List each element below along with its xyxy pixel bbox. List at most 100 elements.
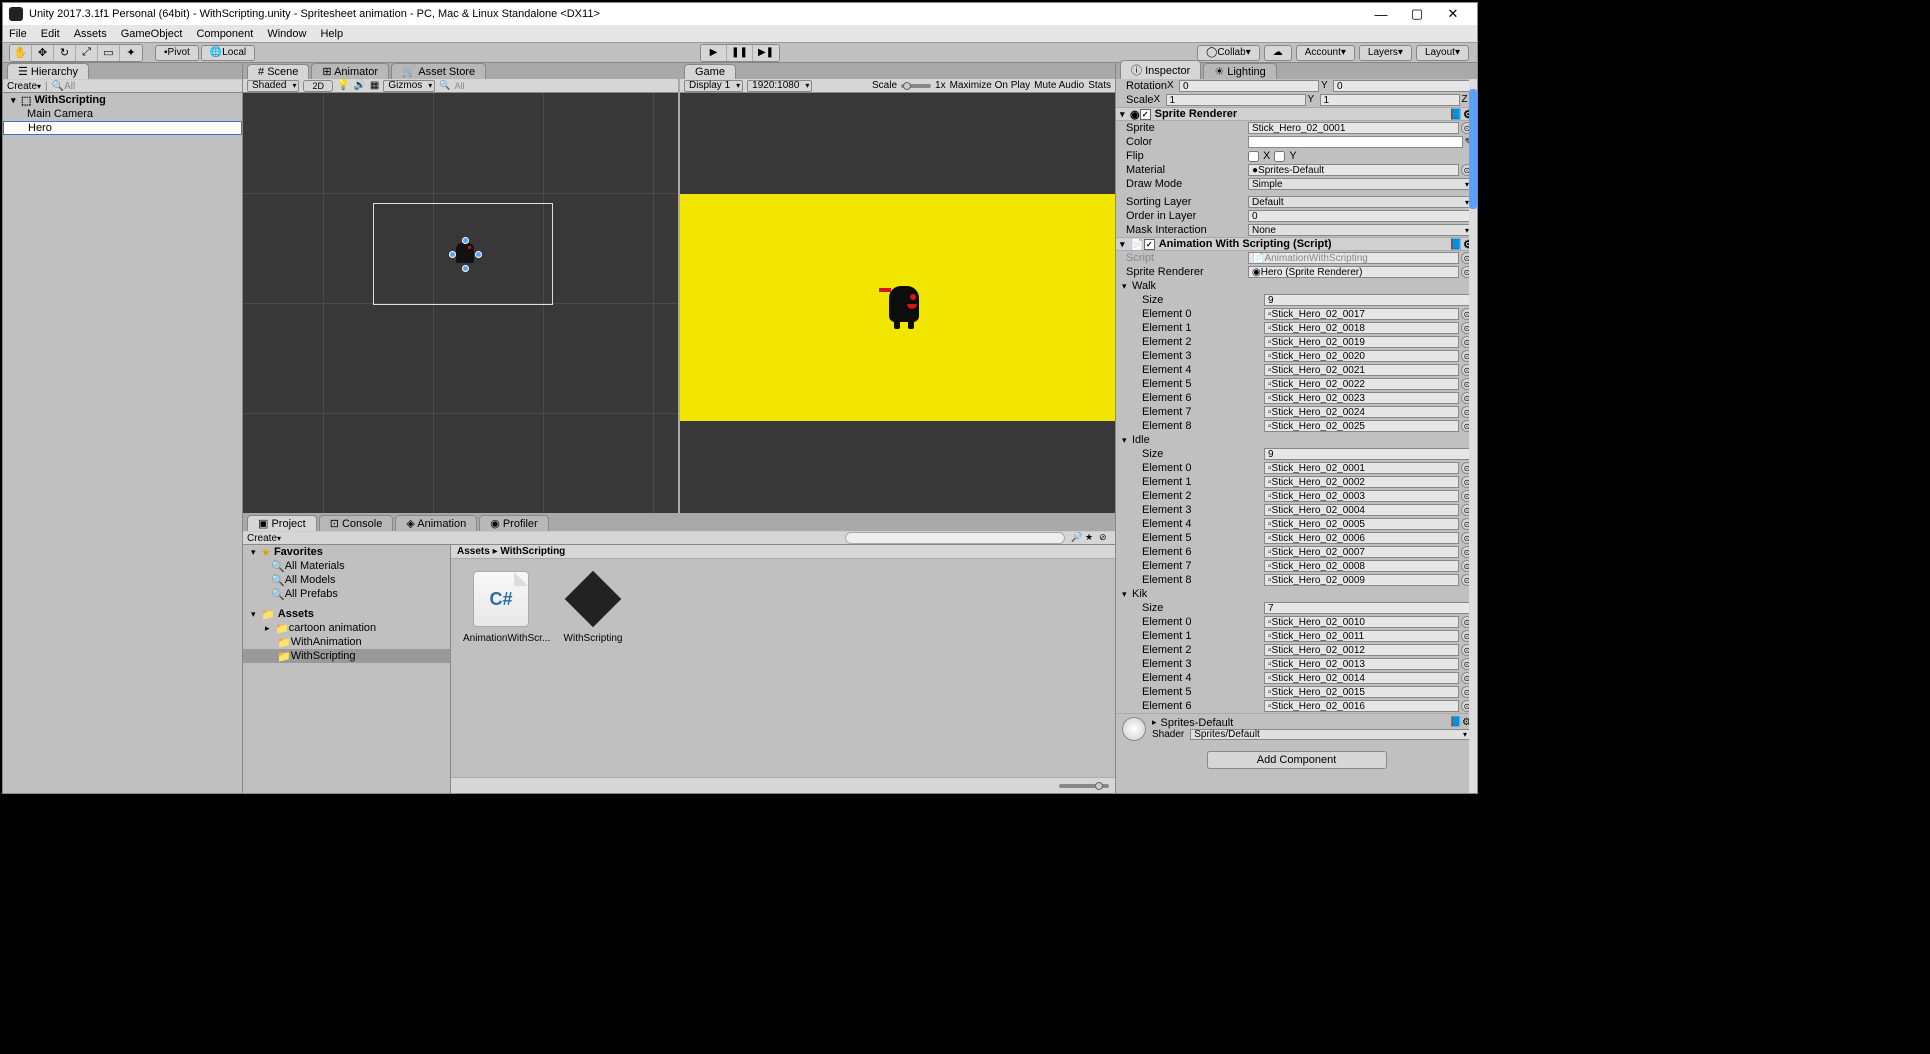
handle-bottom[interactable] bbox=[462, 265, 469, 272]
shader-dropdown[interactable]: Sprites/Default bbox=[1190, 729, 1471, 740]
flip-y[interactable] bbox=[1274, 151, 1285, 162]
array-element-kik-4[interactable]: ▫Stick_Hero_02_0014 bbox=[1264, 672, 1459, 684]
hierarchy-item-hero[interactable]: Hero bbox=[3, 121, 242, 135]
menu-component[interactable]: Component bbox=[196, 28, 253, 40]
layout-dropdown[interactable]: Layout ▾ bbox=[1416, 45, 1469, 61]
favorite-icon[interactable]: ★ bbox=[1085, 532, 1097, 544]
array-size-kik[interactable] bbox=[1264, 602, 1473, 614]
project-search[interactable] bbox=[845, 532, 1065, 544]
array-element-kik-2[interactable]: ▫Stick_Hero_02_0012 bbox=[1264, 644, 1459, 656]
scale-x[interactable] bbox=[1166, 94, 1306, 106]
folder-withanimation[interactable]: 📁WithAnimation bbox=[243, 635, 450, 649]
hierarchy-scene-row[interactable]: ▾ ⬚ WithScripting bbox=[3, 93, 242, 107]
flip-x[interactable] bbox=[1248, 151, 1259, 162]
profiler-tab[interactable]: ◉ Profiler bbox=[479, 515, 549, 531]
hero-sprite-scene[interactable] bbox=[456, 243, 474, 263]
menu-gameobject[interactable]: GameObject bbox=[121, 28, 183, 40]
script-component-header[interactable]: ▾📄✓Animation With Scripting (Script) 📘⚙ bbox=[1116, 237, 1477, 251]
array-element-idle-7[interactable]: ▫Stick_Hero_02_0008 bbox=[1264, 560, 1459, 572]
account-dropdown[interactable]: Account ▾ bbox=[1296, 45, 1355, 61]
array-element-kik-1[interactable]: ▫Stick_Hero_02_0011 bbox=[1264, 630, 1459, 642]
array-foldout-walk[interactable]: ▾Walk bbox=[1116, 279, 1477, 293]
array-element-idle-6[interactable]: ▫Stick_Hero_02_0007 bbox=[1264, 546, 1459, 558]
gizmos-dropdown[interactable]: Gizmos bbox=[383, 80, 435, 92]
hierarchy-search[interactable]: All bbox=[64, 81, 75, 92]
move-tool[interactable]: ✥ bbox=[32, 45, 54, 61]
array-element-idle-2[interactable]: ▫Stick_Hero_02_0003 bbox=[1264, 490, 1459, 502]
rect-tool[interactable]: ▭ bbox=[98, 45, 120, 61]
array-size-idle[interactable] bbox=[1264, 448, 1473, 460]
array-element-idle-3[interactable]: ▫Stick_Hero_02_0004 bbox=[1264, 504, 1459, 516]
scene-search[interactable]: All bbox=[454, 81, 464, 91]
array-element-kik-0[interactable]: ▫Stick_Hero_02_0010 bbox=[1264, 616, 1459, 628]
hidden-icon[interactable]: ⊘ bbox=[1099, 532, 1111, 544]
animation-tab[interactable]: ◈ Animation bbox=[395, 515, 477, 531]
material-name[interactable]: Sprites-Default bbox=[1161, 717, 1234, 729]
hierarchy-create[interactable]: Create bbox=[7, 81, 37, 92]
mute-toggle[interactable]: Mute Audio bbox=[1034, 80, 1084, 91]
close-button[interactable]: ✕ bbox=[1435, 4, 1471, 24]
stats-toggle[interactable]: Stats bbox=[1088, 80, 1111, 91]
local-toggle[interactable]: 🌐 Local bbox=[201, 45, 255, 61]
lighting-tab[interactable]: ☀ Lighting bbox=[1203, 63, 1276, 79]
rotation-y[interactable] bbox=[1333, 80, 1473, 92]
pause-button[interactable]: ❚❚ bbox=[727, 45, 753, 61]
folder-cartoon[interactable]: ▸📁cartoon animation bbox=[243, 621, 450, 635]
animator-tab[interactable]: ⊞ Animator bbox=[311, 63, 389, 79]
asset-store-tab[interactable]: 🛒 Asset Store bbox=[391, 63, 486, 79]
help-icon[interactable]: 📘 bbox=[1449, 238, 1463, 251]
lighting-icon[interactable]: 💡 bbox=[337, 80, 349, 91]
array-element-walk-1[interactable]: ▫Stick_Hero_02_0018 bbox=[1264, 322, 1459, 334]
handle-right[interactable] bbox=[475, 251, 482, 258]
layers-dropdown[interactable]: Layers ▾ bbox=[1359, 45, 1412, 61]
array-element-walk-2[interactable]: ▫Stick_Hero_02_0019 bbox=[1264, 336, 1459, 348]
inspector-scrollbar[interactable] bbox=[1469, 79, 1477, 793]
asset-size-slider[interactable] bbox=[1059, 784, 1109, 788]
material-field[interactable]: ●Sprites-Default bbox=[1248, 164, 1459, 176]
order-field[interactable] bbox=[1248, 210, 1473, 222]
sprite-renderer-ref[interactable]: ◉Hero (Sprite Renderer) bbox=[1248, 266, 1459, 278]
handle-left[interactable] bbox=[449, 251, 456, 258]
handle-top[interactable] bbox=[462, 237, 469, 244]
array-element-idle-5[interactable]: ▫Stick_Hero_02_0006 bbox=[1264, 532, 1459, 544]
array-element-idle-8[interactable]: ▫Stick_Hero_02_0009 bbox=[1264, 574, 1459, 586]
add-component-button[interactable]: Add Component bbox=[1207, 751, 1387, 769]
fav-models[interactable]: 🔍All Models bbox=[243, 573, 450, 587]
menu-assets[interactable]: Assets bbox=[74, 28, 107, 40]
sprite-renderer-header[interactable]: ▾◉✓Sprite Renderer 📘⚙ bbox=[1116, 107, 1477, 121]
array-element-idle-4[interactable]: ▫Stick_Hero_02_0005 bbox=[1264, 518, 1459, 530]
array-element-walk-3[interactable]: ▫Stick_Hero_02_0020 bbox=[1264, 350, 1459, 362]
foldout-arrow-icon[interactable]: ▾ bbox=[11, 95, 21, 106]
maximize-toggle[interactable]: Maximize On Play bbox=[950, 80, 1031, 91]
inspector-tab[interactable]: ⓘ Inspector bbox=[1120, 60, 1201, 79]
rotate-tool[interactable]: ↻ bbox=[54, 45, 76, 61]
project-tab[interactable]: ▣ Project bbox=[247, 515, 317, 531]
display-dropdown[interactable]: Display 1 bbox=[684, 80, 743, 92]
hierarchy-item-camera[interactable]: Main Camera bbox=[3, 107, 242, 121]
help-icon[interactable]: 📘 bbox=[1449, 108, 1463, 121]
scale-y[interactable] bbox=[1320, 94, 1460, 106]
fav-materials[interactable]: 🔍All Materials bbox=[243, 559, 450, 573]
maximize-button[interactable]: ▢ bbox=[1399, 4, 1435, 24]
assets-row[interactable]: ▾📁 Assets bbox=[243, 607, 450, 621]
asset-scene[interactable]: WithScripting bbox=[555, 571, 631, 644]
array-foldout-kik[interactable]: ▾Kik bbox=[1116, 587, 1477, 601]
array-element-walk-5[interactable]: ▫Stick_Hero_02_0022 bbox=[1264, 378, 1459, 390]
array-element-idle-1[interactable]: ▫Stick_Hero_02_0002 bbox=[1264, 476, 1459, 488]
array-foldout-idle[interactable]: ▾Idle bbox=[1116, 433, 1477, 447]
array-element-walk-0[interactable]: ▫Stick_Hero_02_0017 bbox=[1264, 308, 1459, 320]
resolution-dropdown[interactable]: 1920:1080 bbox=[747, 80, 812, 92]
array-element-kik-6[interactable]: ▫Stick_Hero_02_0016 bbox=[1264, 700, 1459, 712]
mask-dropdown[interactable]: None bbox=[1248, 224, 1473, 236]
favorites-row[interactable]: ▾★ Favorites bbox=[243, 545, 450, 559]
fav-prefabs[interactable]: 🔍All Prefabs bbox=[243, 587, 450, 601]
menu-window[interactable]: Window bbox=[267, 28, 306, 40]
folder-withscripting[interactable]: 📁WithScripting bbox=[243, 649, 450, 663]
color-field[interactable] bbox=[1248, 136, 1463, 148]
asset-script[interactable]: C# AnimationWithScr... bbox=[463, 571, 539, 644]
drawmode-dropdown[interactable]: Simple bbox=[1248, 178, 1473, 190]
scene-view[interactable] bbox=[243, 93, 678, 513]
fx-icon[interactable]: ▦ bbox=[370, 80, 379, 91]
scale-tool[interactable]: ⤢ bbox=[76, 45, 98, 61]
shading-dropdown[interactable]: Shaded bbox=[247, 80, 299, 92]
